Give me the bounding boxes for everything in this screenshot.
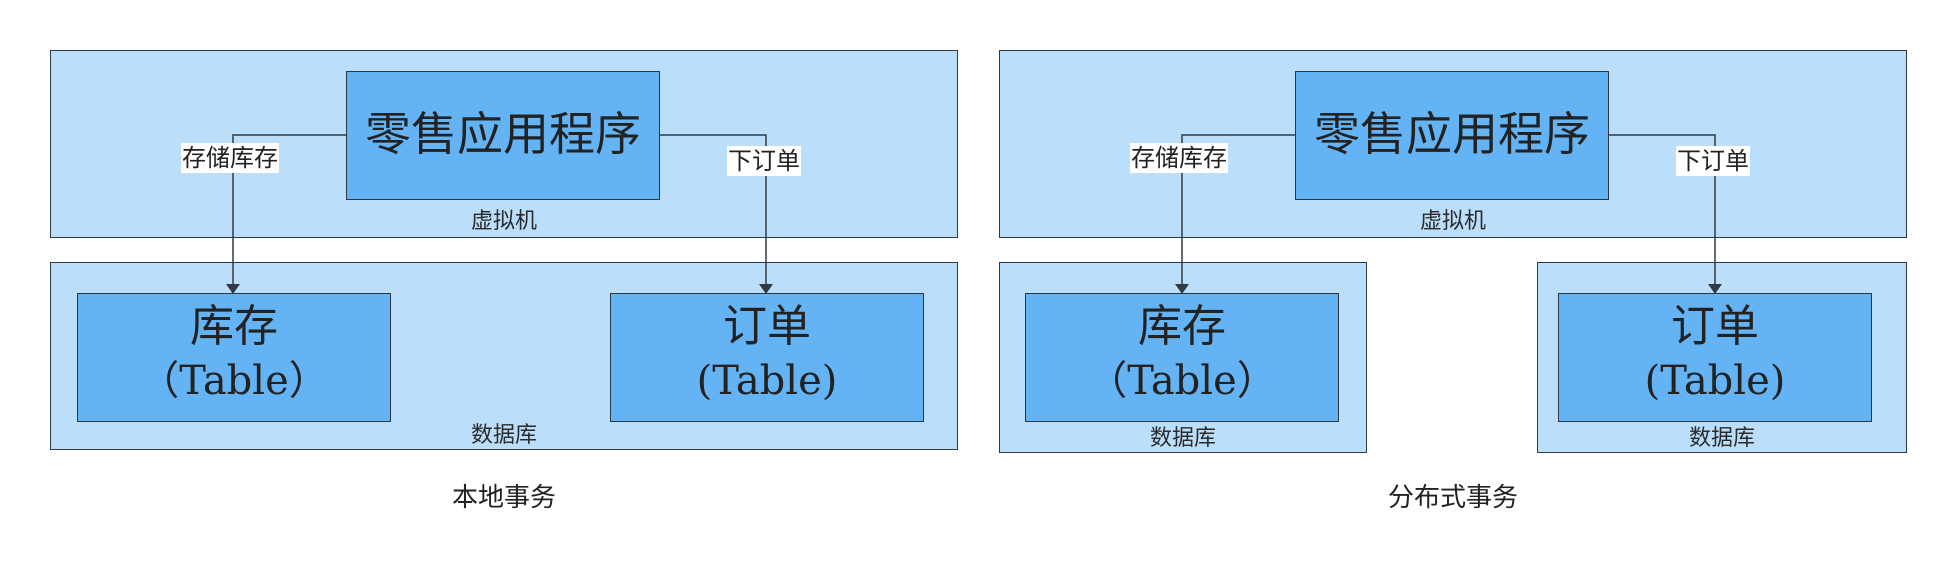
right-order-db-label: 数据库 xyxy=(1688,426,1755,451)
right-order-table-name: 订单 xyxy=(1671,301,1759,352)
right-edge-inventory-label: 存储库存 xyxy=(1130,143,1228,173)
left-edge-inventory-label: 存储库存 xyxy=(181,143,279,173)
left-inventory-table: 库存 （Table） xyxy=(77,293,391,422)
left-order-table: 订单 (Table) xyxy=(610,293,924,422)
right-order-table: 订单 (Table) xyxy=(1558,293,1872,422)
left-edge-order-label: 下订单 xyxy=(727,146,801,176)
left-app-box: 零售应用程序 xyxy=(346,71,660,200)
left-caption: 本地事务 xyxy=(451,483,556,513)
right-order-table-type: (Table) xyxy=(1644,358,1786,404)
left-inventory-table-type: （Table） xyxy=(139,358,329,404)
diagram-canvas: 虚拟机 零售应用程序 数据库 库存 （Table） 订单 (Table) 虚拟机… xyxy=(0,0,1954,567)
right-vm-label: 虚拟机 xyxy=(1419,209,1486,234)
left-inventory-table-name: 库存 xyxy=(190,301,278,352)
right-inventory-db-label: 数据库 xyxy=(1149,426,1216,451)
left-order-table-type: (Table) xyxy=(696,358,838,404)
left-app-title: 零售应用程序 xyxy=(365,107,641,161)
right-inventory-table: 库存 （Table） xyxy=(1025,293,1339,422)
left-db-label: 数据库 xyxy=(470,423,537,448)
left-order-table-name: 订单 xyxy=(723,301,811,352)
right-inventory-table-type: （Table） xyxy=(1087,358,1277,404)
right-app-box: 零售应用程序 xyxy=(1295,71,1609,200)
right-app-title: 零售应用程序 xyxy=(1314,107,1590,161)
left-vm-label: 虚拟机 xyxy=(470,209,537,234)
right-inventory-table-name: 库存 xyxy=(1138,301,1226,352)
right-edge-order-label: 下订单 xyxy=(1676,146,1750,176)
right-caption: 分布式事务 xyxy=(1387,483,1518,513)
